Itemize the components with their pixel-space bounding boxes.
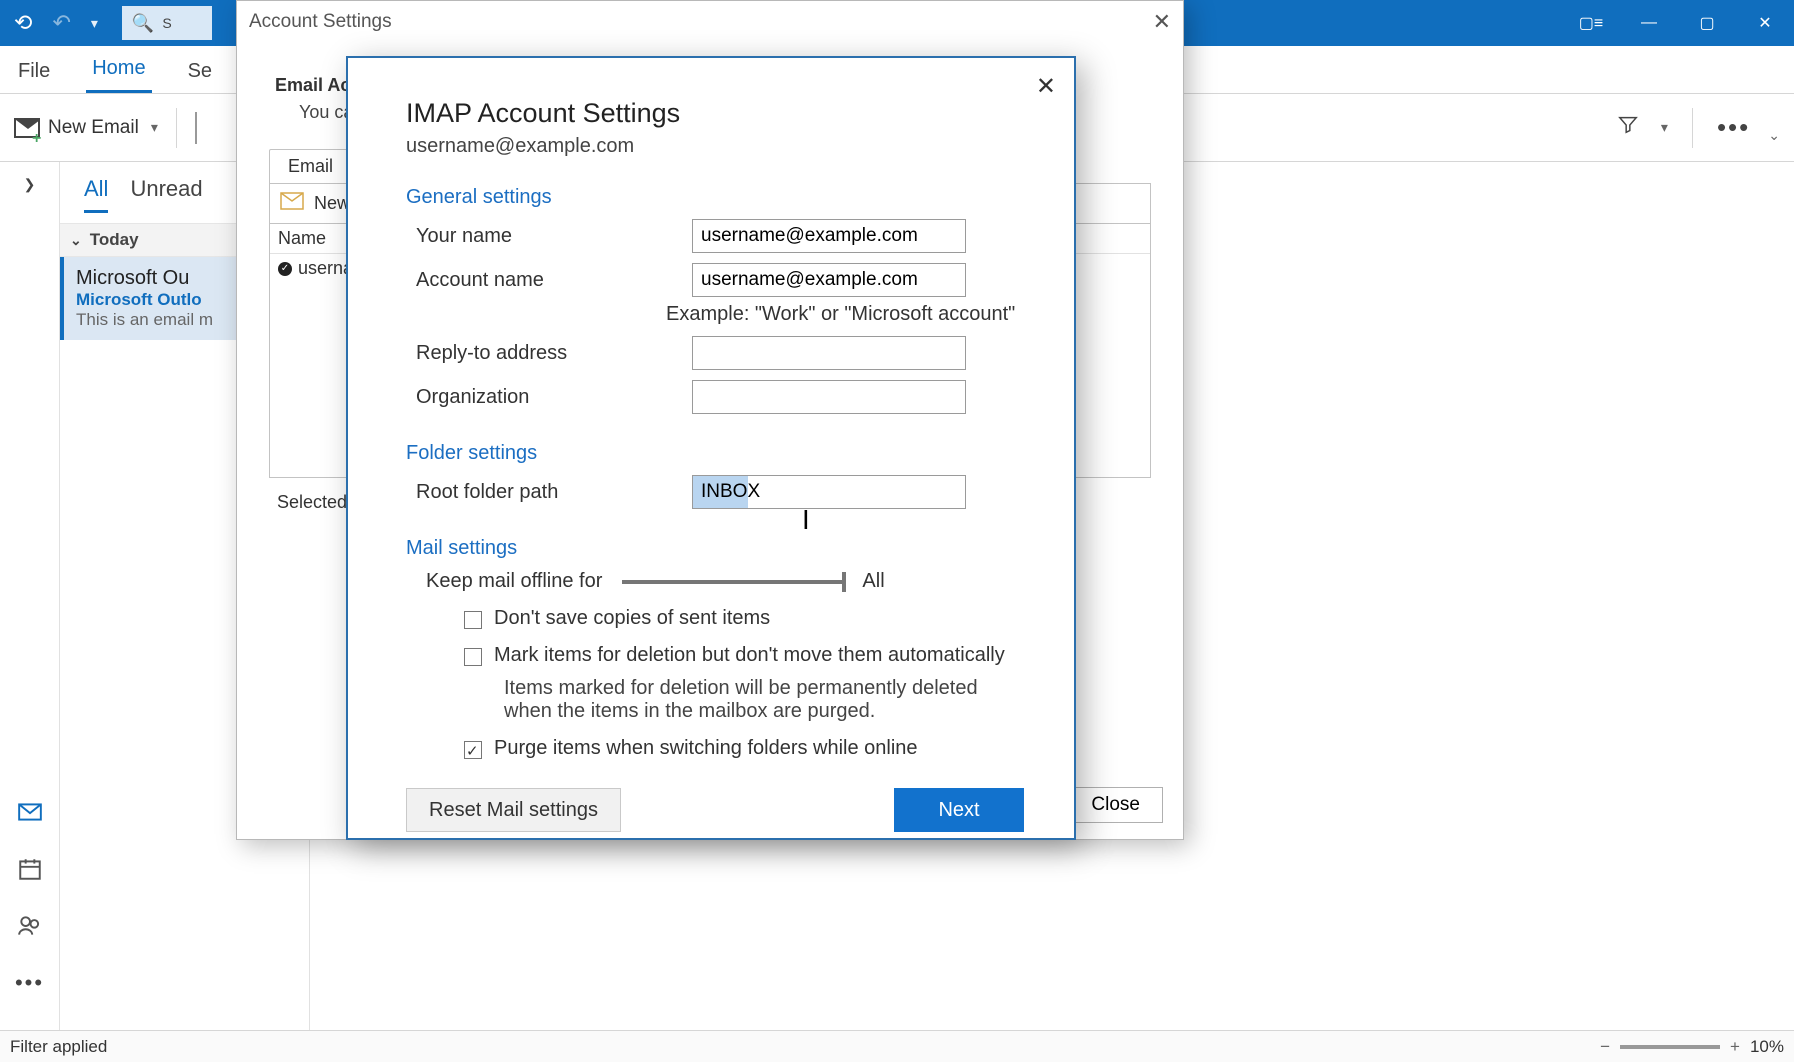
filter-icon[interactable] <box>1617 114 1639 142</box>
people-icon[interactable] <box>17 913 43 946</box>
zoom-out-icon[interactable]: − <box>1600 1037 1610 1057</box>
default-check-icon: ✓ <box>278 262 292 276</box>
root-folder-label: Root folder path <box>406 481 692 504</box>
tab-file[interactable]: File <box>12 50 56 93</box>
dropdown-icon[interactable]: ▾ <box>151 119 158 136</box>
search-cut-text: S <box>162 15 171 31</box>
checkbox-purge-label: Purge items when switching folders while… <box>494 737 918 760</box>
search-icon: 🔍 <box>132 13 154 34</box>
filter-unread[interactable]: Unread <box>130 176 202 213</box>
ribbon-display-icon[interactable]: ▢≡ <box>1562 0 1620 46</box>
mail-glyph-icon <box>280 192 304 215</box>
chevron-down-icon: ⌄ <box>70 232 82 249</box>
tab-send-receive-cut[interactable]: Se <box>182 50 218 93</box>
qat-dropdown-icon[interactable]: ▾ <box>85 9 104 38</box>
reply-to-input[interactable] <box>692 336 966 370</box>
offline-slider-value: All <box>862 570 884 593</box>
expand-nav-icon[interactable]: ❯ <box>24 176 36 193</box>
ribbon-divider <box>176 108 177 148</box>
section-folder: Folder settings <box>406 442 1024 465</box>
close-icon[interactable]: ✕ <box>1153 9 1171 35</box>
checkbox-dont-save-label: Don't save copies of sent items <box>494 607 770 630</box>
root-folder-input[interactable] <box>692 475 966 509</box>
slider-thumb[interactable] <box>842 572 846 592</box>
offline-slider[interactable] <box>622 580 842 584</box>
ribbon-cut-stub <box>195 112 209 144</box>
undo-icon: ↶ <box>46 4 76 42</box>
window-maximize-icon[interactable]: ▢ <box>1678 0 1736 46</box>
more-apps-icon[interactable]: ••• <box>15 970 44 996</box>
section-general: General settings <box>406 186 1024 209</box>
next-button[interactable]: Next <box>894 788 1024 832</box>
checkbox-mark-deletion-label: Mark items for deletion but don't move t… <box>494 644 1024 667</box>
zoom-in-icon[interactable]: + <box>1730 1037 1740 1057</box>
status-filter-applied: Filter applied <box>10 1037 107 1057</box>
imap-title: IMAP Account Settings <box>406 98 1024 129</box>
collapse-ribbon-icon[interactable]: ⌄ <box>1768 127 1780 144</box>
imap-settings-dialog: ✕ IMAP Account Settings username@example… <box>346 56 1076 840</box>
zoom-label: 10% <box>1750 1037 1784 1057</box>
reply-to-label: Reply-to address <box>406 342 692 365</box>
checkbox-dont-save[interactable] <box>464 611 482 629</box>
calendar-icon[interactable] <box>17 856 43 889</box>
new-email-label: New Email <box>48 117 139 139</box>
window-minimize-icon[interactable]: — <box>1620 0 1678 46</box>
checkbox-mark-deletion[interactable] <box>464 648 482 666</box>
keep-offline-label: Keep mail offline for <box>426 570 602 593</box>
group-today-label: Today <box>90 230 139 250</box>
filter-all[interactable]: All <box>84 176 108 213</box>
your-name-label: Your name <box>406 225 692 248</box>
close-icon[interactable]: ✕ <box>1036 72 1056 101</box>
account-settings-title: Account Settings <box>249 11 392 33</box>
organization-label: Organization <box>406 386 692 409</box>
checkbox-purge[interactable] <box>464 741 482 759</box>
zoom-slider[interactable] <box>1620 1045 1720 1049</box>
plus-icon: + <box>32 130 44 142</box>
new-email-button[interactable]: + New Email ▾ <box>14 117 158 139</box>
sync-icon[interactable]: ⟲ <box>8 4 38 42</box>
reset-mail-button[interactable]: Reset Mail settings <box>406 788 621 832</box>
tab-home[interactable]: Home <box>86 47 151 93</box>
ribbon-divider <box>1692 108 1693 148</box>
your-name-input[interactable] <box>692 219 966 253</box>
account-name-hint: Example: "Work" or "Microsoft account" <box>666 303 1024 326</box>
status-bar: Filter applied − + 10% <box>0 1030 1794 1062</box>
search-box[interactable]: 🔍 S <box>122 6 212 40</box>
envelope-icon: + <box>14 118 40 138</box>
tab-email[interactable]: Email <box>269 149 352 183</box>
filter-dropdown-icon[interactable]: ▾ <box>1661 119 1668 136</box>
account-name-input[interactable] <box>692 263 966 297</box>
mark-deletion-note: Items marked for deletion will be perman… <box>494 677 1024 723</box>
close-button[interactable]: Close <box>1068 787 1163 823</box>
account-name-label: Account name <box>406 269 692 292</box>
mail-icon[interactable] <box>17 799 43 832</box>
window-close-icon[interactable]: ✕ <box>1736 0 1794 46</box>
organization-input[interactable] <box>692 380 966 414</box>
left-nav-rail: ❯ ••• <box>0 162 60 1030</box>
imap-email: username@example.com <box>406 135 1024 158</box>
more-icon[interactable]: ••• <box>1717 112 1750 143</box>
section-mail: Mail settings <box>406 537 1024 560</box>
